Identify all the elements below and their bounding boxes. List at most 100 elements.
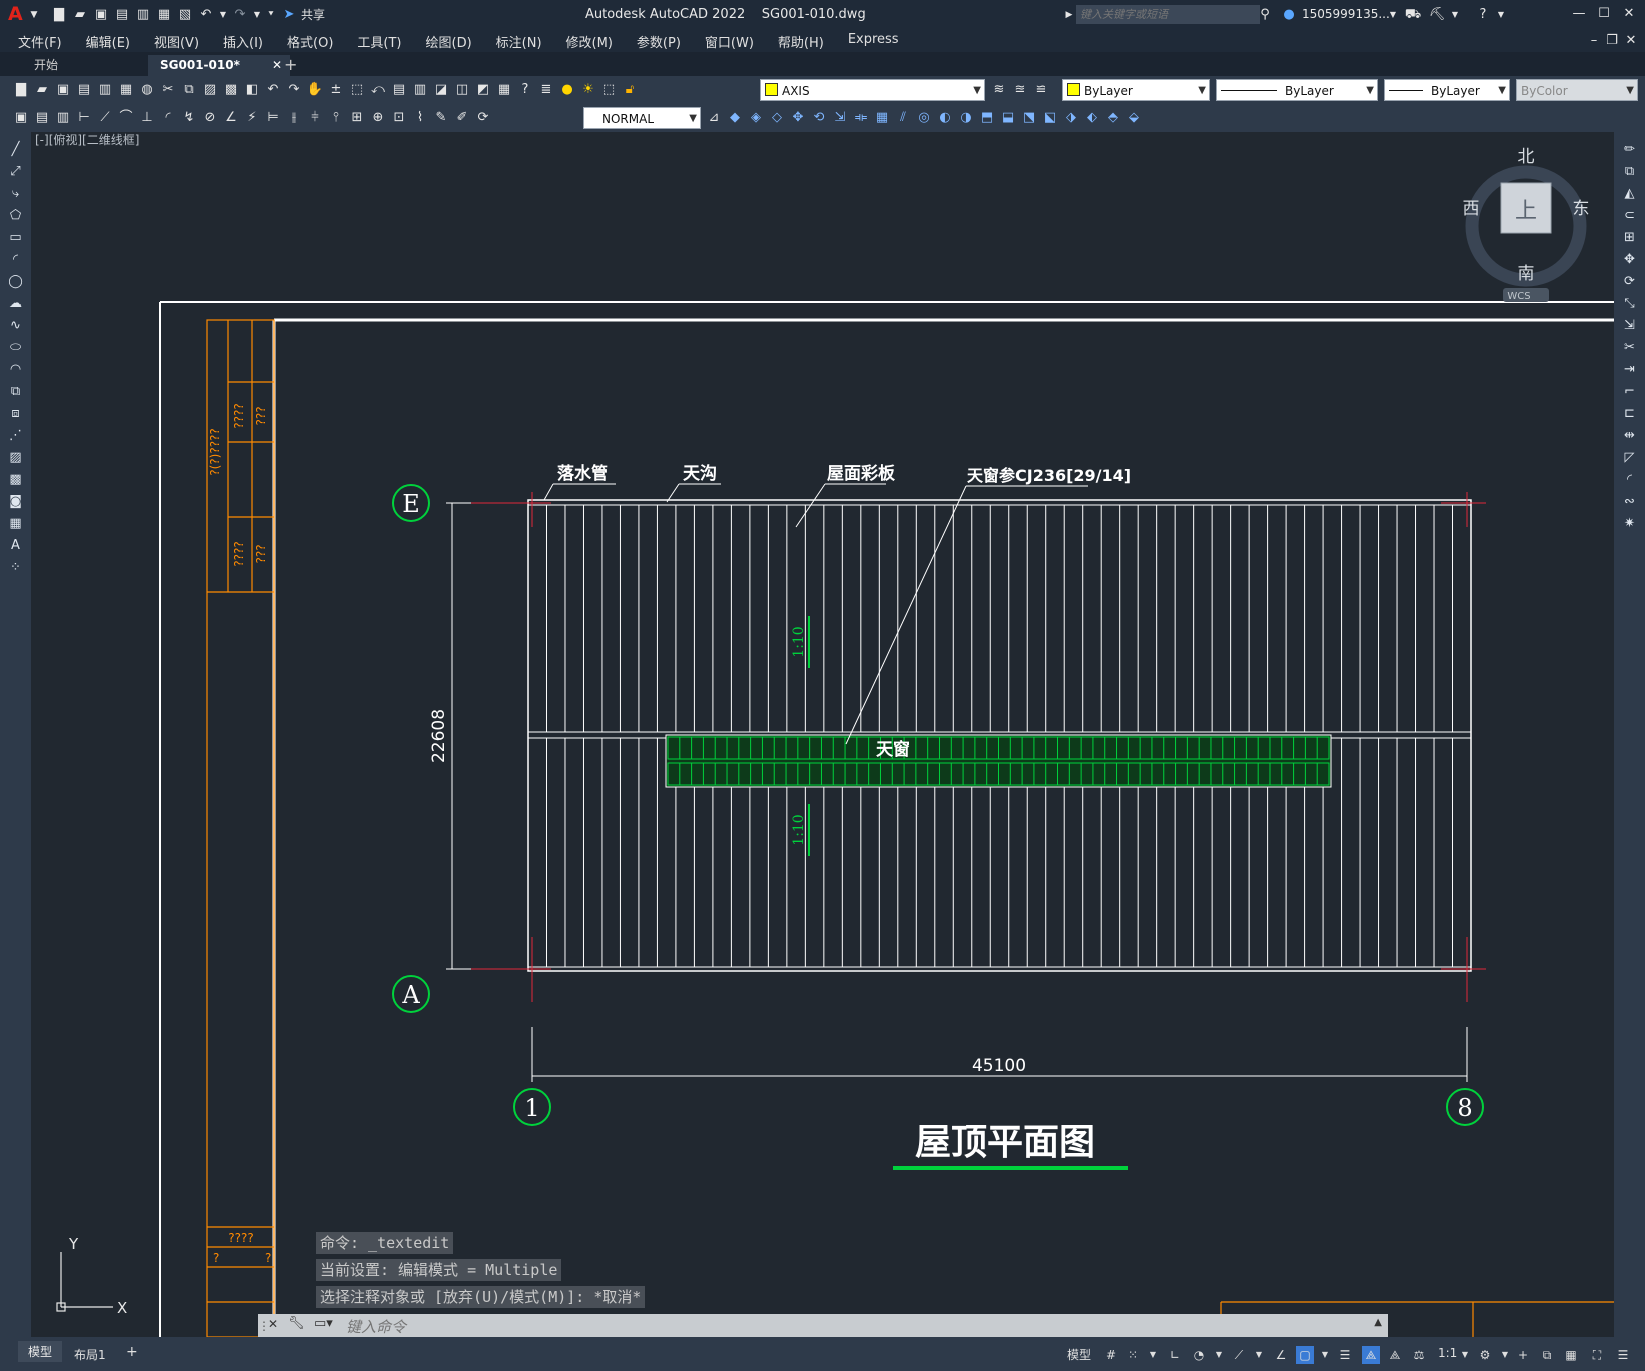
snap-icon[interactable]: ⁙ bbox=[1124, 1346, 1142, 1364]
export-icon[interactable]: ▥ bbox=[134, 6, 152, 24]
dim-angular-icon[interactable]: ∠ bbox=[222, 109, 240, 127]
model-space-button[interactable]: 模型 bbox=[1067, 1346, 1091, 1363]
clean-screen-icon[interactable]: ⛶ bbox=[1588, 1346, 1606, 1364]
workspace-gear-icon[interactable]: ⚙ bbox=[1476, 1346, 1494, 1364]
extend-icon[interactable]: ⇥ bbox=[1620, 360, 1640, 380]
dim-linear-icon[interactable]: ⊢ bbox=[75, 109, 93, 127]
ortho-icon[interactable]: ∟ bbox=[1166, 1346, 1184, 1364]
calculator-icon[interactable]: ▦ bbox=[495, 81, 513, 99]
doc-minimize-icon[interactable]: – bbox=[1585, 32, 1603, 50]
shell-icon[interactable]: ⬘ bbox=[1104, 109, 1122, 127]
line-icon[interactable]: ╱ bbox=[6, 140, 26, 160]
menu-file[interactable]: 文件(F) bbox=[18, 32, 62, 51]
3d-print-icon[interactable]: ◍ bbox=[138, 81, 156, 99]
view-cube-south[interactable]: 南 bbox=[1518, 264, 1535, 284]
annotation-scale-icon[interactable]: ⚖ bbox=[1410, 1346, 1428, 1364]
autoscale-icon[interactable]: ⟁ bbox=[1386, 1346, 1404, 1364]
circle-icon[interactable]: ◯ bbox=[6, 272, 26, 292]
region-icon[interactable]: ◙ bbox=[6, 492, 26, 512]
zoom-realtime-icon[interactable]: ± bbox=[327, 81, 345, 99]
customization-menu-icon[interactable]: ☰ bbox=[1614, 1346, 1632, 1364]
pan-icon[interactable]: ✋ bbox=[306, 81, 324, 99]
menu-parametric[interactable]: 参数(P) bbox=[637, 32, 681, 51]
tab-drawing[interactable]: SG001-010* ✕ bbox=[148, 55, 290, 76]
publish-icon[interactable]: ▦ bbox=[117, 81, 135, 99]
undo-dropdown-icon[interactable]: ▼ bbox=[218, 6, 228, 24]
search-icon[interactable]: ⚲ bbox=[1256, 6, 1274, 24]
3d-array-icon[interactable]: ▦ bbox=[873, 109, 891, 127]
3d-cone-icon[interactable]: ◇ bbox=[768, 109, 786, 127]
menu-express[interactable]: Express bbox=[848, 32, 899, 51]
jogged-linear-icon[interactable]: ⌇ bbox=[411, 109, 429, 127]
quick-dim-icon[interactable]: ⚡ bbox=[243, 109, 261, 127]
new-tab-button[interactable]: + bbox=[284, 55, 297, 74]
add-layout-button[interactable]: + bbox=[126, 1344, 138, 1360]
table-icon[interactable]: ▦ bbox=[6, 514, 26, 534]
menu-tools[interactable]: 工具(T) bbox=[357, 32, 401, 51]
annotation-scale-value[interactable]: 1:1 bbox=[1438, 1346, 1457, 1360]
lineweight-icon[interactable]: ☰ bbox=[1336, 1346, 1354, 1364]
join-icon[interactable]: ⇹ bbox=[1620, 426, 1640, 446]
layer-freeze-icon[interactable]: ☀ bbox=[579, 81, 597, 99]
help-icon[interactable]: ? bbox=[1474, 6, 1492, 24]
break-icon[interactable]: ⊏ bbox=[1620, 404, 1640, 424]
doc-close-icon[interactable]: ✕ bbox=[1622, 32, 1640, 50]
view-cube-west[interactable]: 西 bbox=[1463, 199, 1480, 219]
open-icon[interactable]: ▰ bbox=[33, 81, 51, 99]
menu-edit[interactable]: 编辑(E) bbox=[86, 32, 130, 51]
close-icon[interactable]: ✕ bbox=[1620, 5, 1638, 23]
dim-text-edit-icon[interactable]: ✐ bbox=[453, 109, 471, 127]
doc-restore-icon[interactable]: ❐ bbox=[1603, 32, 1621, 50]
copy-object-icon[interactable]: ⧉ bbox=[1620, 162, 1640, 182]
new-file-icon[interactable]: ▇ bbox=[50, 6, 68, 24]
wcs-label[interactable]: WCS bbox=[1507, 291, 1530, 302]
insert-block-icon[interactable]: ⧉ bbox=[6, 382, 26, 402]
units-icon[interactable]: ⧉ bbox=[1538, 1346, 1556, 1364]
spline-icon[interactable]: ∿ bbox=[6, 316, 26, 336]
menu-help[interactable]: 帮助(H) bbox=[778, 32, 824, 51]
viewport-label[interactable]: [-][俯视][二维线框] bbox=[35, 132, 139, 147]
rectangle-icon[interactable]: ▭ bbox=[6, 228, 26, 248]
logo-dropdown-icon[interactable]: ▼ bbox=[25, 6, 43, 24]
isodraft-dropdown-icon[interactable]: ▼ bbox=[1250, 1346, 1268, 1364]
dim-space-icon[interactable]: ⫩ bbox=[306, 109, 324, 127]
autocad-logo-icon[interactable]: A bbox=[8, 3, 23, 25]
qsave-icon[interactable]: ▣ bbox=[54, 81, 72, 99]
dim-break-icon[interactable]: ⫯ bbox=[327, 109, 345, 127]
array-icon[interactable]: ⊞ bbox=[1620, 228, 1640, 248]
dim-edit-icon[interactable]: ✎ bbox=[432, 109, 450, 127]
preview-icon[interactable]: ▥ bbox=[96, 81, 114, 99]
break-at-point-icon[interactable]: ⌐ bbox=[1620, 382, 1640, 402]
isodraft-icon[interactable]: ⟋ bbox=[1230, 1346, 1248, 1364]
redo-icon[interactable]: ↷ bbox=[231, 6, 249, 24]
dim-aligned-icon[interactable]: ⟋ bbox=[96, 109, 114, 127]
menu-format[interactable]: 格式(O) bbox=[287, 32, 333, 51]
tool-palettes-icon[interactable]: ◪ bbox=[432, 81, 450, 99]
maximize-icon[interactable]: ☐ bbox=[1595, 5, 1613, 23]
3d-align-icon[interactable]: ⇲ bbox=[831, 109, 849, 127]
zoom-previous-icon[interactable]: ⤺ bbox=[369, 81, 387, 99]
print-icon[interactable]: ▤ bbox=[75, 81, 93, 99]
cart-icon[interactable]: ⛟ bbox=[1404, 6, 1422, 24]
user-icon[interactable]: ● bbox=[1280, 6, 1298, 24]
menu-dimension[interactable]: 标注(N) bbox=[496, 32, 542, 51]
dimstyle-manager-icon[interactable]: ⊿ bbox=[705, 109, 723, 127]
rotate-icon[interactable]: ⟳ bbox=[1620, 272, 1640, 292]
view-cube[interactable]: 上 北 南 东 西 WCS bbox=[1463, 147, 1590, 302]
share-icon[interactable]: ➤ bbox=[280, 6, 298, 24]
3d-move-icon[interactable]: ✥ bbox=[789, 109, 807, 127]
view-cube-north[interactable]: 北 bbox=[1518, 147, 1535, 167]
sweep-icon[interactable]: ⬔ bbox=[1020, 109, 1038, 127]
help-dropdown-icon[interactable]: ▼ bbox=[1492, 6, 1510, 24]
qnew-icon[interactable]: ▇ bbox=[12, 81, 30, 99]
osnap-dropdown-icon[interactable]: ▼ bbox=[1316, 1346, 1334, 1364]
app-center-icon[interactable]: ⛏ bbox=[1428, 6, 1446, 24]
command-customize-icon[interactable]: 🔧︎ bbox=[288, 1316, 305, 1331]
chamfer-icon[interactable]: ◸ bbox=[1620, 448, 1640, 468]
dim-ordinate-icon[interactable]: ⊥ bbox=[138, 109, 156, 127]
fillet-icon[interactable]: ◜ bbox=[1620, 470, 1640, 490]
menu-modify[interactable]: 修改(M) bbox=[566, 32, 613, 51]
tab-close-icon[interactable]: ✕ bbox=[272, 55, 282, 76]
erase-icon[interactable]: ✏ bbox=[1620, 140, 1640, 160]
search-input[interactable] bbox=[1076, 5, 1260, 24]
